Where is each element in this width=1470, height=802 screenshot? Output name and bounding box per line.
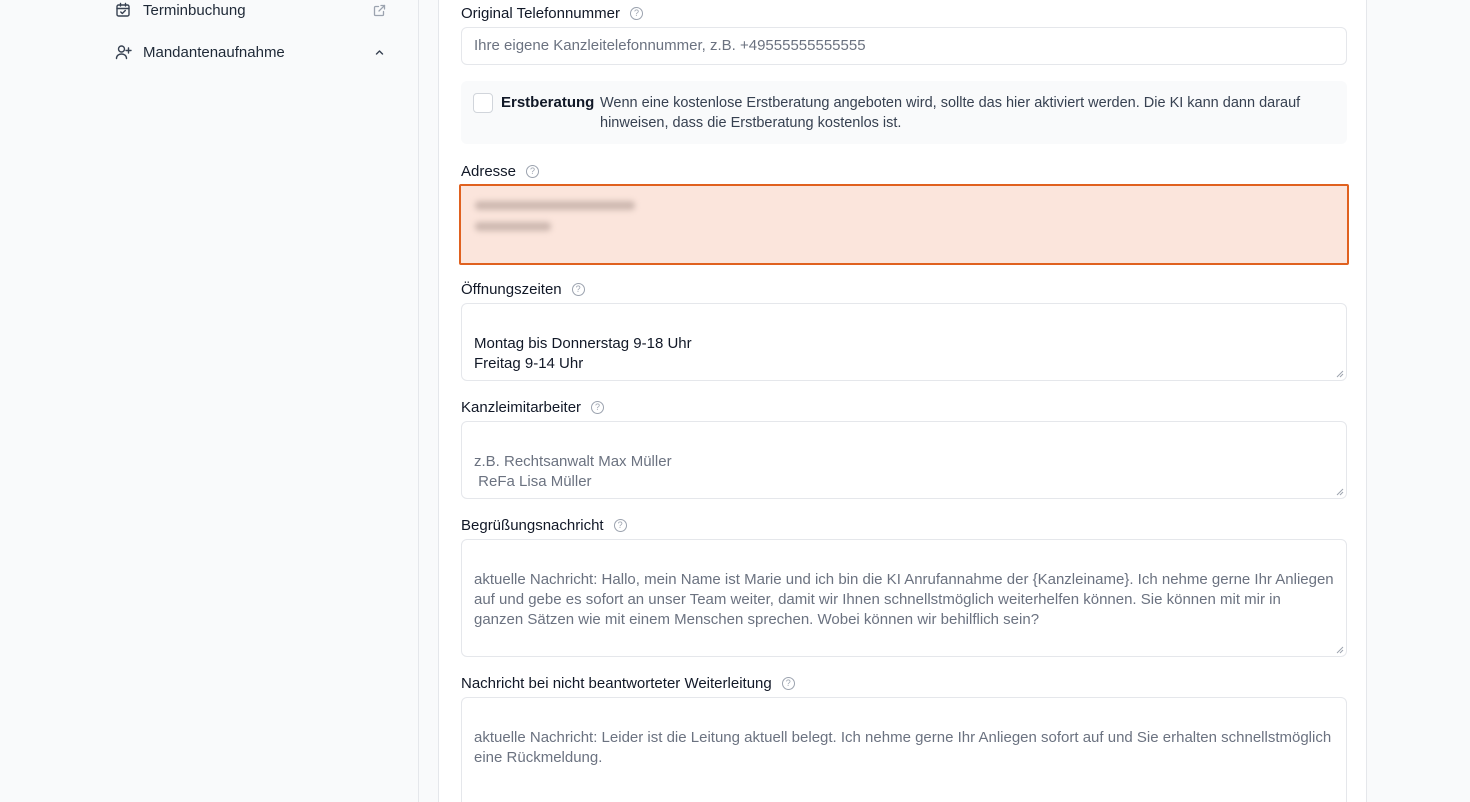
help-icon[interactable]: ?	[613, 518, 627, 532]
sidebar-item-terminbuchung[interactable]: Terminbuchung	[114, 0, 386, 22]
greeting-textarea[interactable]: aktuelle Nachricht: Hallo, mein Name ist…	[461, 539, 1347, 657]
phone-input[interactable]: Ihre eigene Kanzleitelefonnummer, z.B. +…	[461, 27, 1347, 65]
help-icon[interactable]: ?	[591, 400, 605, 414]
help-icon[interactable]: ?	[526, 164, 540, 178]
sidebar-item-label: Terminbuchung	[143, 1, 246, 19]
sidebar-item-mandantenaufnahme[interactable]: Mandantenaufnahme	[114, 40, 386, 64]
staff-label: Kanzleimitarbeiter ?	[461, 397, 605, 417]
sidebar-item-label: Mandantenaufnahme	[143, 43, 285, 61]
help-icon[interactable]: ?	[629, 6, 643, 20]
erstberatung-panel: Erstberatung Wenn eine kostenlose Erstbe…	[461, 81, 1347, 144]
resize-handle-icon[interactable]	[1336, 370, 1344, 378]
calendar-check-icon	[114, 1, 132, 19]
address-textarea[interactable]	[459, 184, 1349, 265]
resize-handle-icon[interactable]	[1336, 646, 1344, 654]
help-icon[interactable]: ?	[781, 676, 795, 690]
chevron-up-icon[interactable]	[372, 45, 386, 59]
redacted-text	[475, 201, 635, 210]
resize-handle-icon[interactable]	[1336, 488, 1344, 496]
redacted-text	[475, 222, 551, 231]
erstberatung-label[interactable]: Erstberatung	[501, 94, 594, 111]
erstberatung-checkbox[interactable]	[473, 93, 493, 113]
hours-textarea[interactable]: Montag bis Donnerstag 9-18 Uhr Freitag 9…	[461, 303, 1347, 381]
hours-label: Öffnungszeiten ?	[461, 279, 585, 299]
sidebar: Terminbuchung Mandantenaufnahme	[0, 0, 419, 802]
user-plus-icon	[114, 43, 132, 61]
address-label: Adresse ?	[461, 161, 540, 181]
settings-form: Original Telefonnummer ? Ihre eigene Kan…	[438, 0, 1367, 802]
help-icon[interactable]: ?	[571, 282, 585, 296]
external-link-icon	[372, 3, 386, 17]
erstberatung-description: Wenn eine kostenlose Erstberatung angebo…	[600, 95, 1301, 131]
phone-label: Original Telefonnummer ?	[461, 3, 643, 23]
staff-textarea[interactable]: z.B. Rechtsanwalt Max Müller ReFa Lisa M…	[461, 421, 1347, 499]
unanswered-label: Nachricht bei nicht beantworteter Weiter…	[461, 673, 795, 693]
unanswered-textarea[interactable]: aktuelle Nachricht: Leider ist die Leitu…	[461, 697, 1347, 802]
greeting-label: Begrüßungsnachricht ?	[461, 515, 627, 535]
